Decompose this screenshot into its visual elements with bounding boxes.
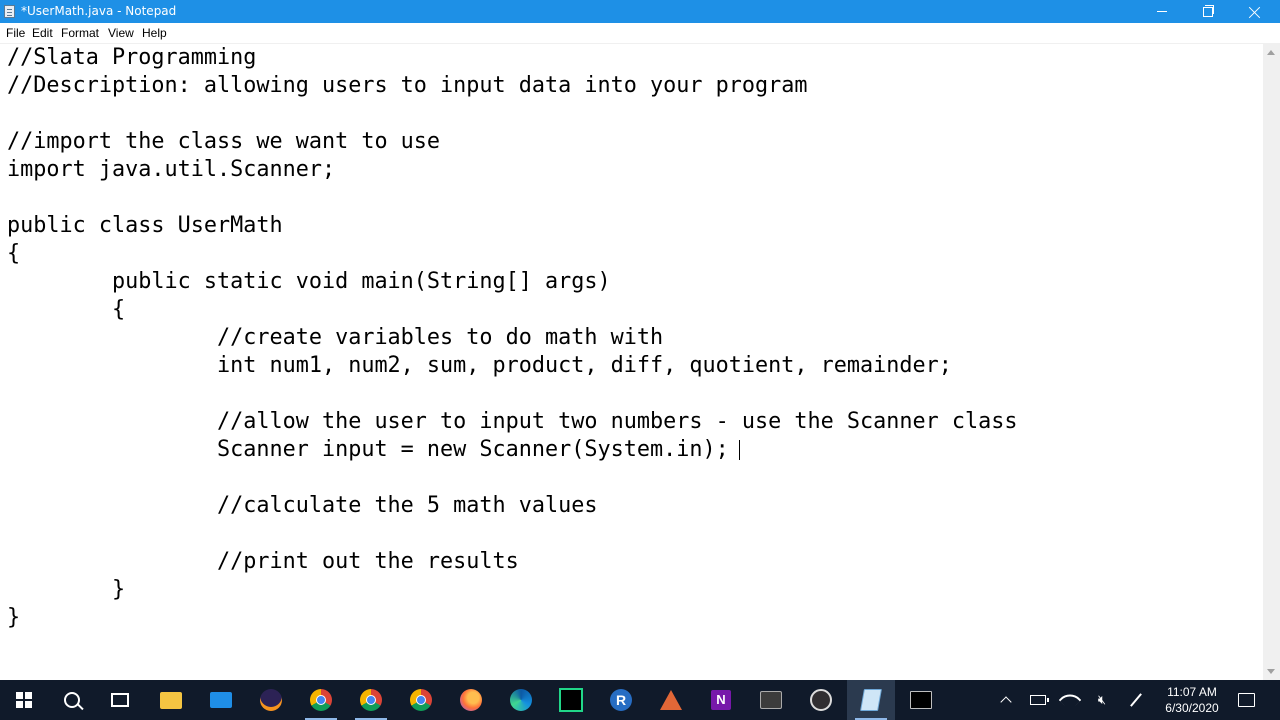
- clock[interactable]: 11:07 AM 6/30/2020: [1160, 684, 1224, 716]
- action-center-button[interactable]: [1230, 680, 1262, 720]
- window-title: *UserMath.java - Notepad: [21, 4, 177, 18]
- code-line: import java.util.Scanner;: [7, 157, 336, 182]
- edge-icon: [510, 689, 532, 711]
- battery-button[interactable]: [1022, 680, 1054, 720]
- code-line: }: [7, 605, 21, 630]
- taskbar-chrome-2[interactable]: [347, 680, 395, 720]
- pen-icon: [1130, 693, 1142, 707]
- menu-format[interactable]: Format: [61, 26, 99, 41]
- menu-file[interactable]: File: [6, 26, 25, 41]
- code-line: public static void main(String[] args): [7, 269, 611, 294]
- vertical-scrollbar[interactable]: [1263, 44, 1280, 680]
- terminal-icon: [760, 691, 782, 709]
- mail-icon: [210, 692, 232, 708]
- task-view-icon: [111, 693, 129, 707]
- start-button[interactable]: [0, 680, 48, 720]
- r-icon: R: [610, 689, 632, 711]
- menu-edit[interactable]: Edit: [32, 26, 53, 41]
- taskbar-chrome-1[interactable]: [297, 680, 345, 720]
- search-icon: [64, 692, 80, 708]
- restore-icon: [1203, 4, 1214, 17]
- taskbar-obs[interactable]: [797, 680, 845, 720]
- taskbar-edge[interactable]: [497, 680, 545, 720]
- task-view-button[interactable]: [96, 680, 144, 720]
- code-line: {: [7, 297, 126, 322]
- taskbar-firefox[interactable]: [447, 680, 495, 720]
- cmd-icon: [910, 691, 932, 709]
- taskbar-notepad[interactable]: [847, 680, 895, 720]
- taskbar-pycharm[interactable]: [547, 680, 595, 720]
- code-line: public class UserMath: [7, 213, 283, 238]
- show-hidden-icons-button[interactable]: [990, 680, 1022, 720]
- minimize-button[interactable]: [1139, 0, 1185, 23]
- taskbar: R N 🔇︎ 11:07 AM 6/30/2020: [0, 680, 1280, 720]
- taskbar-onenote[interactable]: N: [697, 680, 745, 720]
- matlab-icon: [660, 690, 682, 710]
- menu-bar: File Edit Format View Help: [0, 23, 1280, 44]
- code-line: //print out the results: [7, 549, 519, 574]
- wifi-icon: [1058, 688, 1082, 712]
- taskbar-cmd[interactable]: [897, 680, 945, 720]
- chevron-up-icon: [1000, 696, 1012, 708]
- code-line: //calculate the 5 math values: [7, 493, 598, 518]
- taskbar-terminal[interactable]: [747, 680, 795, 720]
- windows-start-icon: [16, 692, 32, 708]
- clock-date: 6/30/2020: [1165, 701, 1219, 715]
- taskbar-eclipse[interactable]: [247, 680, 295, 720]
- scroll-down-icon[interactable]: [1267, 669, 1275, 674]
- notification-icon: [1237, 693, 1255, 707]
- pycharm-icon: [561, 690, 581, 710]
- code-line: //create variables to do math with: [7, 325, 664, 350]
- close-icon: [1249, 6, 1261, 18]
- code-line: //Description: allowing users to input d…: [7, 73, 808, 98]
- code-line: {: [7, 241, 21, 266]
- close-button[interactable]: [1232, 0, 1278, 23]
- taskbar-matlab[interactable]: [647, 680, 695, 720]
- eclipse-icon: [260, 689, 282, 711]
- code-line: //import the class we want to use: [7, 129, 441, 154]
- menu-help[interactable]: Help: [142, 26, 167, 41]
- code-line: int num1, num2, sum, product, diff, quot…: [7, 353, 952, 378]
- chrome-icon: [410, 689, 432, 711]
- title-bar[interactable]: *UserMath.java - Notepad: [0, 0, 1280, 23]
- firefox-icon: [460, 689, 482, 711]
- code-line: //Slata Programming: [7, 45, 257, 70]
- code-line: }: [7, 577, 126, 602]
- onenote-icon: N: [711, 690, 731, 710]
- taskbar-file-explorer[interactable]: [147, 680, 195, 720]
- taskbar-r[interactable]: R: [597, 680, 645, 720]
- taskbar-mail[interactable]: [197, 680, 245, 720]
- battery-icon: [1030, 695, 1049, 705]
- chrome-icon: [310, 689, 332, 711]
- search-button[interactable]: [48, 680, 96, 720]
- text-editor[interactable]: //Slata Programming //Description: allow…: [0, 44, 1263, 680]
- taskbar-chrome-3[interactable]: [397, 680, 445, 720]
- volume-button[interactable]: 🔇︎: [1086, 680, 1118, 720]
- code-line: Scanner input = new Scanner(System.in);: [7, 437, 729, 462]
- pen-workspace-button[interactable]: [1120, 680, 1152, 720]
- restore-button[interactable]: [1185, 0, 1231, 23]
- network-button[interactable]: [1054, 680, 1086, 720]
- minimize-icon: [1157, 11, 1167, 12]
- volume-muted-icon: 🔇︎: [1097, 692, 1107, 708]
- menu-view[interactable]: View: [108, 26, 134, 41]
- text-caret: [739, 440, 740, 460]
- clock-time: 11:07 AM: [1167, 685, 1217, 699]
- notepad-icon: [4, 5, 15, 18]
- file-explorer-icon: [160, 691, 182, 709]
- code-line: //allow the user to input two numbers - …: [7, 409, 1018, 434]
- chrome-icon: [360, 689, 382, 711]
- notepad-icon: [860, 689, 882, 711]
- scroll-up-icon[interactable]: [1267, 50, 1275, 55]
- obs-icon: [810, 689, 832, 711]
